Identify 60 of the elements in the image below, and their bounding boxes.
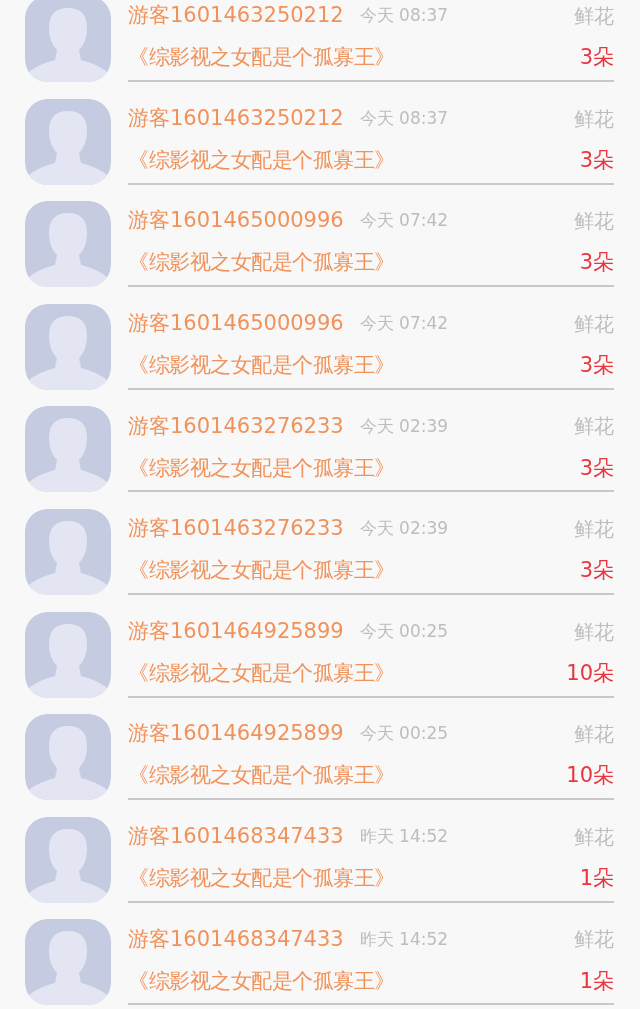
avatar-icon — [25, 919, 111, 1006]
timestamp: 昨天 14:52 — [359, 825, 449, 848]
timestamp: 今天 00:25 — [359, 619, 449, 643]
avatar-icon — [25, 98, 111, 185]
timestamp: 今天 07:42 — [359, 312, 449, 336]
timestamp: 今天 08:37 — [359, 106, 449, 130]
user-name: 游客1601464925899 — [128, 720, 344, 748]
user-name: 游客1601465000996 — [128, 207, 344, 235]
user-name: 游客1601464925899 — [128, 617, 344, 645]
timestamp: 今天 02:39 — [359, 414, 449, 438]
user-name: 游客1601468347433 — [128, 823, 344, 850]
book-title: 《综影视之女配是个孤寡王》 — [128, 146, 395, 174]
gift-count: 1朵 — [579, 967, 614, 995]
user-name: 游客1601465000996 — [128, 310, 344, 338]
gift-count: 3朵 — [579, 352, 614, 380]
user-name: 游客1601463276233 — [128, 515, 344, 543]
book-title: 《综影视之女配是个孤寡王》 — [128, 557, 395, 585]
book-title: 《综影视之女配是个孤寡王》 — [128, 865, 395, 892]
gift-type: 鲜花 — [574, 208, 614, 236]
gift-count: 1朵 — [579, 865, 614, 892]
gift-count: 3朵 — [579, 249, 614, 277]
avatar-icon — [25, 201, 111, 288]
gift-count: 3朵 — [579, 44, 614, 72]
book-title: 《综影视之女配是个孤寡王》 — [128, 352, 395, 380]
user-name: 游客1601463250212 — [128, 104, 344, 132]
avatar-icon — [25, 303, 111, 390]
gift-type: 鲜花 — [574, 3, 614, 30]
gift-count: 3朵 — [579, 557, 614, 585]
book-title: 《综影视之女配是个孤寡王》 — [128, 454, 395, 482]
gift-type: 鲜花 — [574, 721, 614, 749]
avatar-icon — [25, 714, 111, 801]
timestamp: 今天 07:42 — [359, 209, 449, 233]
book-title: 《综影视之女配是个孤寡王》 — [128, 249, 395, 277]
gift-type: 鲜花 — [574, 618, 614, 646]
timestamp: 昨天 14:52 — [359, 927, 449, 951]
user-name: 游客1601468347433 — [128, 925, 344, 953]
book-title: 《综影视之女配是个孤寡王》 — [128, 967, 395, 995]
gift-count: 3朵 — [579, 146, 614, 174]
gift-type: 鲜花 — [574, 823, 614, 851]
avatar-icon — [25, 508, 111, 595]
timestamp: 今天 00:25 — [359, 722, 449, 746]
user-name: 游客1601463276233 — [128, 412, 344, 440]
user-name: 游客1601463250212 — [128, 2, 344, 30]
timestamp: 今天 08:37 — [359, 4, 449, 28]
gift-type: 鲜花 — [574, 413, 614, 441]
timestamp: 今天 02:39 — [359, 517, 449, 541]
book-title: 《综影视之女配是个孤寡王》 — [128, 44, 395, 72]
gift-type: 鲜花 — [574, 310, 614, 338]
gift-type: 鲜花 — [574, 105, 614, 133]
gift-count: 10朵 — [566, 762, 614, 790]
avatar-icon — [25, 816, 111, 903]
gift-type: 鲜花 — [574, 926, 614, 954]
gift-type: 鲜花 — [574, 515, 614, 543]
book-title: 《综影视之女配是个孤寡王》 — [128, 762, 395, 790]
gift-count: 3朵 — [579, 454, 614, 482]
avatar-icon — [25, 611, 111, 698]
book-title: 《综影视之女配是个孤寡王》 — [128, 659, 395, 687]
avatar-icon — [25, 0, 111, 82]
avatar-icon — [25, 406, 111, 493]
gift-count: 10朵 — [566, 659, 614, 687]
